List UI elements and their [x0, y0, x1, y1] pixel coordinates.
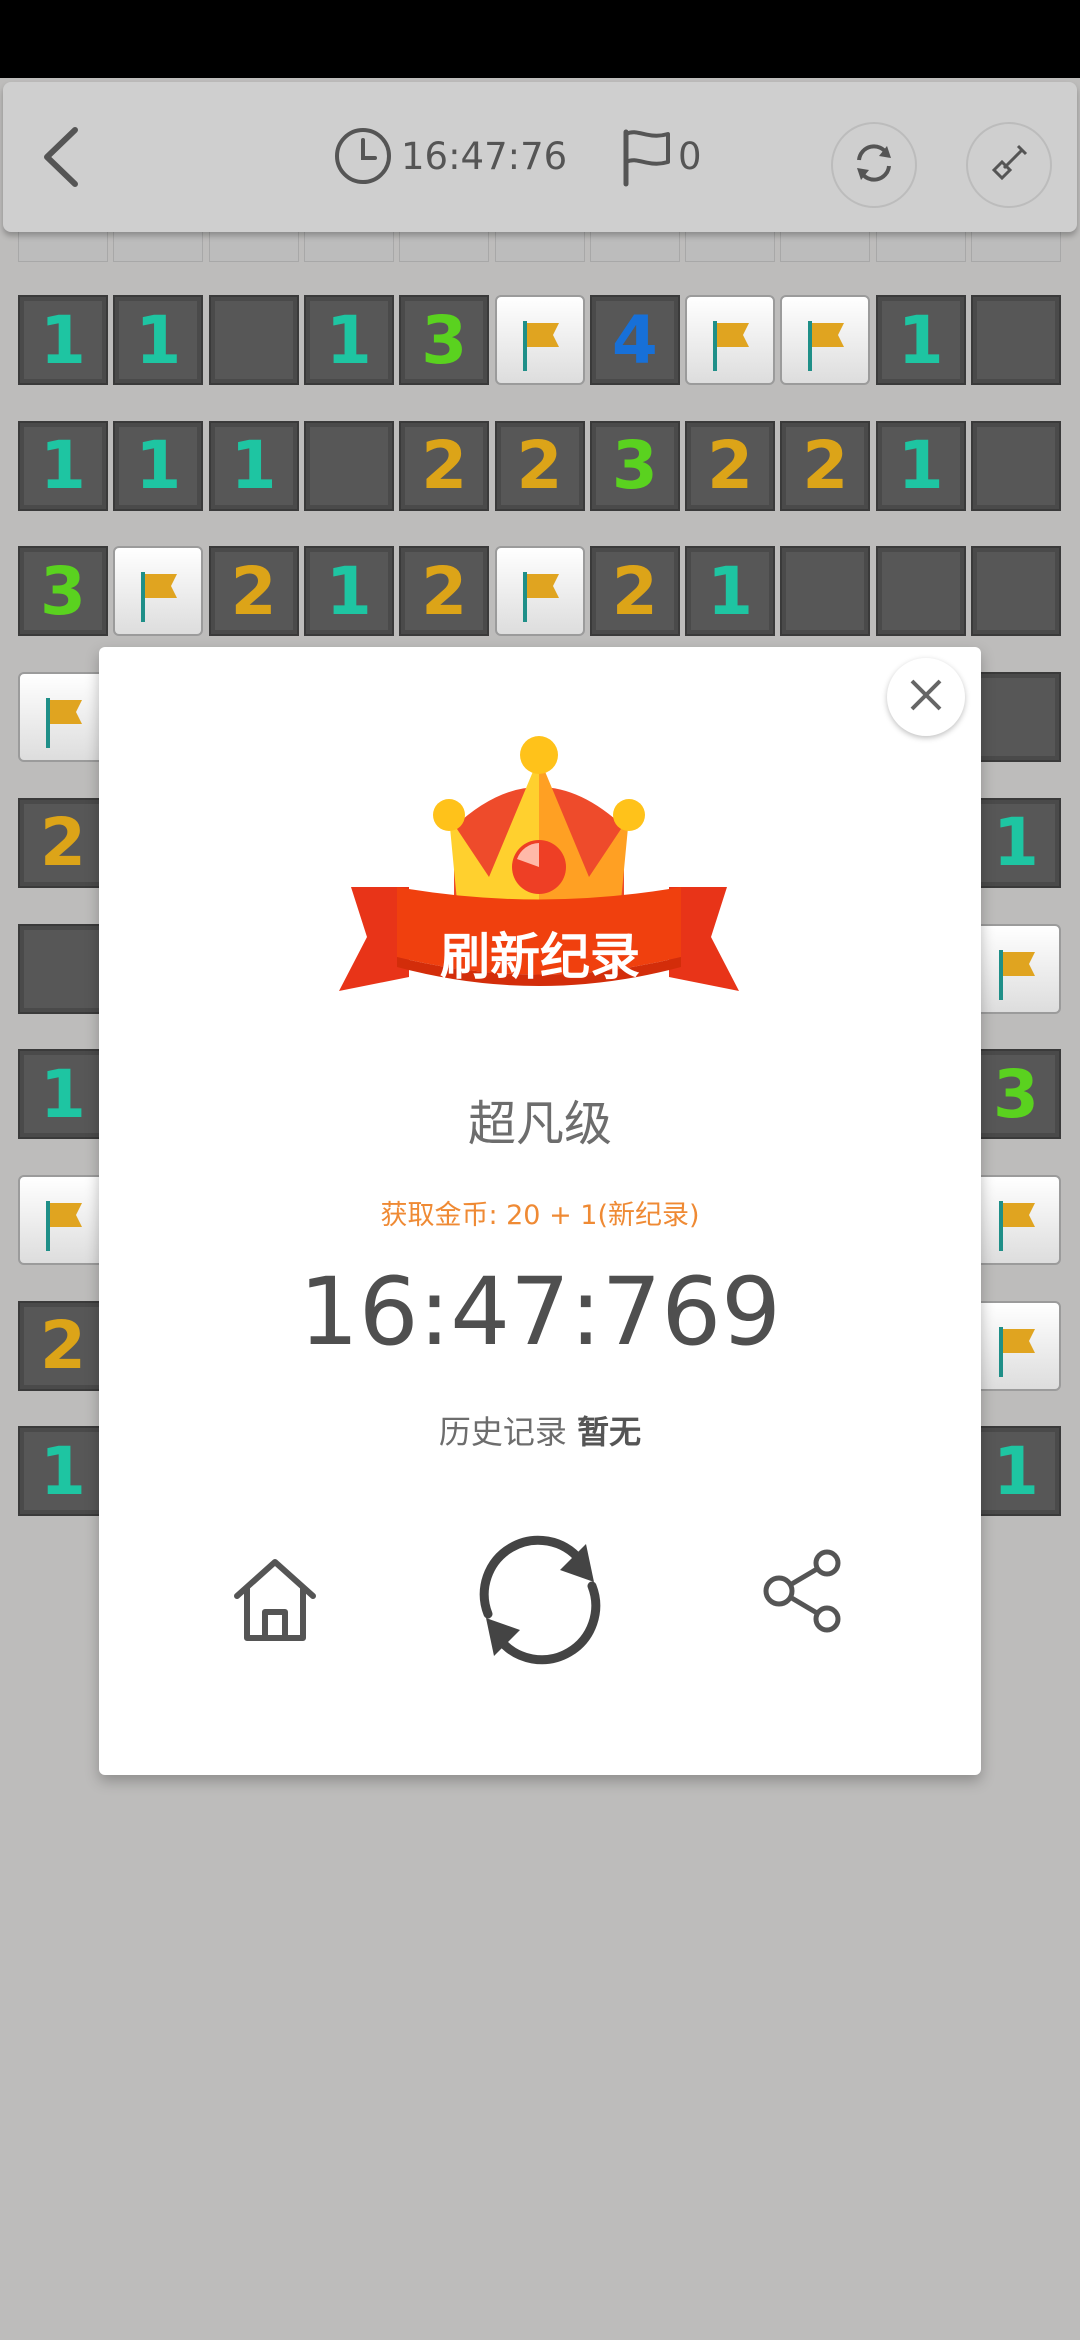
- close-button[interactable]: [887, 658, 965, 736]
- home-icon: [227, 1552, 323, 1652]
- share-button[interactable]: [754, 1542, 854, 1642]
- new-record-banner: 刷新纪录: [440, 928, 640, 986]
- history-value: 暂无: [577, 1413, 642, 1451]
- record-dialog: 刷新纪录 超凡级 获取金币: 20 + 1(新纪录) 16:47:769 历史记…: [99, 647, 981, 1775]
- history-label: 历史记录: [438, 1413, 567, 1451]
- share-icon: [759, 1545, 849, 1639]
- coins-earned: 获取金币: 20 + 1(新纪录): [380, 1200, 700, 1231]
- final-time: 16:47:769: [299, 1258, 781, 1367]
- home-button[interactable]: [215, 1542, 335, 1662]
- replay-icon: [470, 1530, 610, 1674]
- replay-button[interactable]: [470, 1532, 610, 1672]
- history-record: 历史记录 暂无: [99, 1407, 981, 1453]
- close-icon: [906, 675, 946, 719]
- difficulty-level: 超凡级: [467, 1096, 612, 1152]
